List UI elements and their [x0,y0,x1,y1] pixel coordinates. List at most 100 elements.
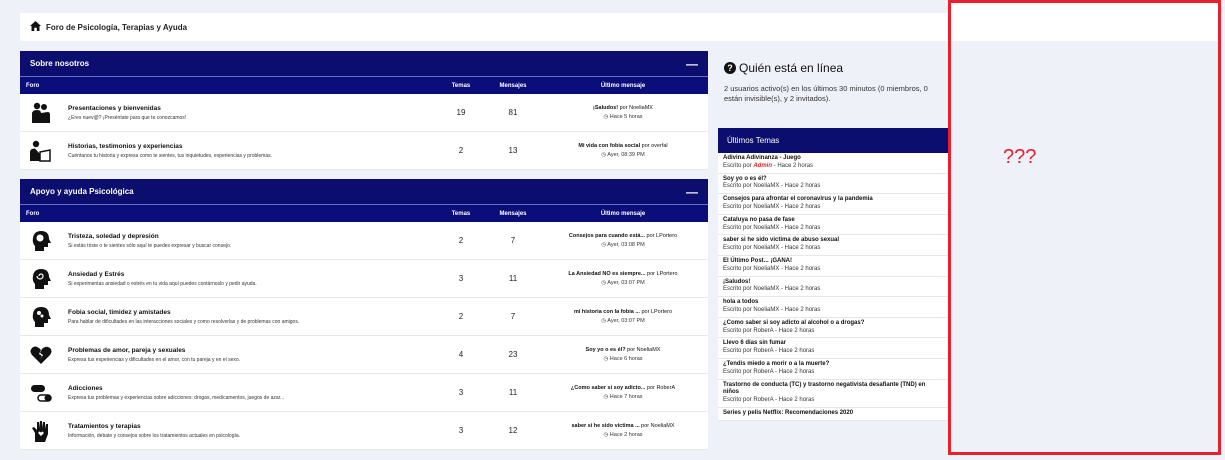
topic-count: 2 [458,312,464,321]
forum-description: Para hablar de dificultades en las inter… [68,318,300,325]
last-post-author[interactable]: por LPortero [645,233,678,239]
home-icon[interactable] [30,20,41,34]
forum-title[interactable]: Presentaciones y bienvenidas [68,105,186,112]
forum-title[interactable]: Ansiedad y Estrés [68,271,257,278]
category-header: Sobre nosotros — [20,51,708,77]
topic-meta: Escrito por NoeliaMX - Hace 2 horas [723,245,821,252]
forum-title[interactable]: Adicciones [68,385,284,392]
topic-title[interactable]: Series y pelis Netflix: Recomendaciones … [723,410,943,418]
topic-title[interactable]: Consejos para afrontar el coronavirus y … [723,196,943,204]
head-spiral-icon [28,266,54,292]
list-item: Soy yo o es él? Escrito por NoeliaMX - Ha… [718,174,949,195]
redacted-region: ??? [948,0,1221,455]
last-post: ¡Saludos! por NoeliaMX ◷ Hace 5 horas [538,105,708,120]
last-post-time: Hace 6 horas [609,356,643,362]
last-post-link[interactable]: mi historia con la fobia ... [574,309,640,315]
topic-meta: Escrito por NoeliaMX - Hace 2 horas [723,224,821,231]
message-count: 11 [508,274,518,283]
online-text: 2 usuarios activo(s) en los últimos 30 m… [724,84,928,104]
last-post-link[interactable]: Soy yo o es él? [586,347,626,353]
last-post-author[interactable]: por NoeliaMX [640,423,674,429]
column-header: Foro Temas Mensajes Último mensaje [20,205,708,222]
collapse-icon[interactable]: — [686,58,698,70]
last-post-author[interactable]: por NoeliaMX [618,105,653,111]
pills-icon [28,380,54,406]
forum-title[interactable]: Tristeza, soledad y depresión [68,233,231,240]
list-item: El Último Post... ¡GANA! Escrito por Noel… [718,256,949,277]
topic-meta: Escrito por RoberA - Hace 2 horas [723,397,815,404]
last-post-link[interactable]: Mi vida con fobia social [578,143,640,149]
last-post: mi historia con la fobia ... por LPorter… [538,309,708,324]
topic-author[interactable]: Admin [753,163,772,169]
last-post-link[interactable]: Consejos para cuando está... [569,233,645,239]
topic-title[interactable]: saber si he sido victima de abuso sexual [723,237,943,245]
list-item: Consejos para afrontar el coronavirus y … [718,194,949,215]
last-post-time: Ayer, 03:07 PM [607,280,645,286]
forum-title[interactable]: Tratamientos y terapias [68,423,240,430]
collapse-icon[interactable]: — [686,186,698,198]
topic-title[interactable]: hola a todos [723,299,943,307]
topic-title[interactable]: Llevo 6 días sin fumar [723,340,943,348]
list-item: Cataluya no pasa de fase Escrito por Noel… [718,215,949,236]
forum-row: Fobia social, timidez y amistades Para h… [20,298,708,336]
last-post: Soy yo o es él? por NoeliaMX ◷ Hace 6 ho… [538,347,708,362]
topic-meta: Escrito por NoeliaMX - Hace 2 horas [723,183,821,190]
message-count: 7 [510,312,516,321]
sidebar: ? Quién está en línea 2 usuarios activo(s… [718,51,949,114]
last-post-author[interactable]: por overfal [640,143,668,149]
forum-title[interactable]: Fobia social, timidez y amistades [68,309,299,316]
forum-row: Ansiedad y Estrés Si experimentas ansied… [20,260,708,298]
list-item: ¿Como saber si soy adicto al alcohol o a… [718,318,949,339]
topic-count: 2 [458,146,464,155]
topic-title[interactable]: ¿Como saber si soy adicto al alcohol o a… [723,320,943,328]
category-title[interactable]: Sobre nosotros [30,59,89,68]
topic-title[interactable]: Adivina Adivinanza - Juego [723,155,943,163]
broken-heart-icon [28,342,54,368]
topic-title[interactable]: El Último Post... ¡GANA! [723,258,943,266]
forum-description: ¿Eres nuev@? ¡Preséntate para que te con… [68,114,187,121]
last-post-link[interactable]: saber si he sido victima ... [571,423,639,429]
last-post-link[interactable]: ¿Como saber si soy adicto... [571,385,646,391]
topic-title[interactable]: Trastorno de conducta (TC) y trastorno n… [723,382,943,398]
message-count: 12 [508,426,518,435]
list-item: Llevo 6 días sin fumar Escrito por RoberA… [718,338,949,359]
person-reading-icon [28,138,54,164]
forum-title[interactable]: Historias, testimonios y experiencias [68,143,272,150]
topic-meta: Escrito por NoeliaMX - Hace 2 horas [723,203,821,210]
last-post-author[interactable]: por LPortero [646,271,678,277]
topic-title[interactable]: Soy yo o es él? [723,176,943,184]
topic-title[interactable]: Cataluya no pasa de fase [723,217,943,225]
group-hug-icon [28,100,54,126]
column-header: Foro Temas Mensajes Último mensaje [20,77,708,94]
question-circle-icon: ? [724,62,736,74]
last-post-link[interactable]: ¡Saludos! [593,105,618,111]
breadcrumb: Foro de Psicología, Terapias y Ayuda [20,13,949,41]
forum-row: Historias, testimonios y experiencias Cu… [20,132,708,170]
topic-meta-suffix: - Hace 2 horas [772,162,814,169]
last-post-author[interactable]: por LPortero [640,309,672,315]
topic-title[interactable]: ¿Tendis miedo a morir o a la muerte? [723,361,943,369]
category-title[interactable]: Apoyo y ayuda Psicológica [30,187,134,196]
message-count: 11 [508,388,518,397]
last-post-time: Hace 5 horas [609,114,643,120]
last-post-link[interactable]: La Ansiedad NO es siempre... [568,271,645,277]
unknown-placeholder: ??? [1003,146,1037,168]
forum-description: Si estás triste o te sientes sólo aquí t… [68,242,232,249]
head-gears-icon [28,304,54,330]
last-post-author[interactable]: por NoeliaMX [626,347,660,353]
last-post-time: Hace 7 horas [609,394,643,400]
topic-title[interactable]: ¡Saludos! [723,279,943,287]
forum-description: Expresa tus experiencias y dificultades … [68,356,241,363]
list-item: Adivina Adivinanza - Juego Escrito por A… [718,153,949,174]
message-count: 7 [510,236,516,245]
forum-title[interactable]: Problemas de amor, pareja y sexuales [68,347,240,354]
col-messages: Mensajes [499,210,527,217]
latest-topics: Últimos Temas Adivina Adivinanza - Juego… [718,128,949,421]
topic-meta-prefix: Escrito por [723,162,754,169]
topic-meta: Escrito por RoberA - Hace 2 horas [723,368,815,375]
last-post: Consejos para cuando está... por LPorter… [538,233,708,248]
breadcrumb-link[interactable]: Foro de Psicología, Terapias y Ayuda [46,23,187,32]
list-item: saber si he sido victima de abuso sexual… [718,235,949,256]
last-post-author[interactable]: por RoberA [645,385,675,391]
header-strip [951,3,1218,41]
